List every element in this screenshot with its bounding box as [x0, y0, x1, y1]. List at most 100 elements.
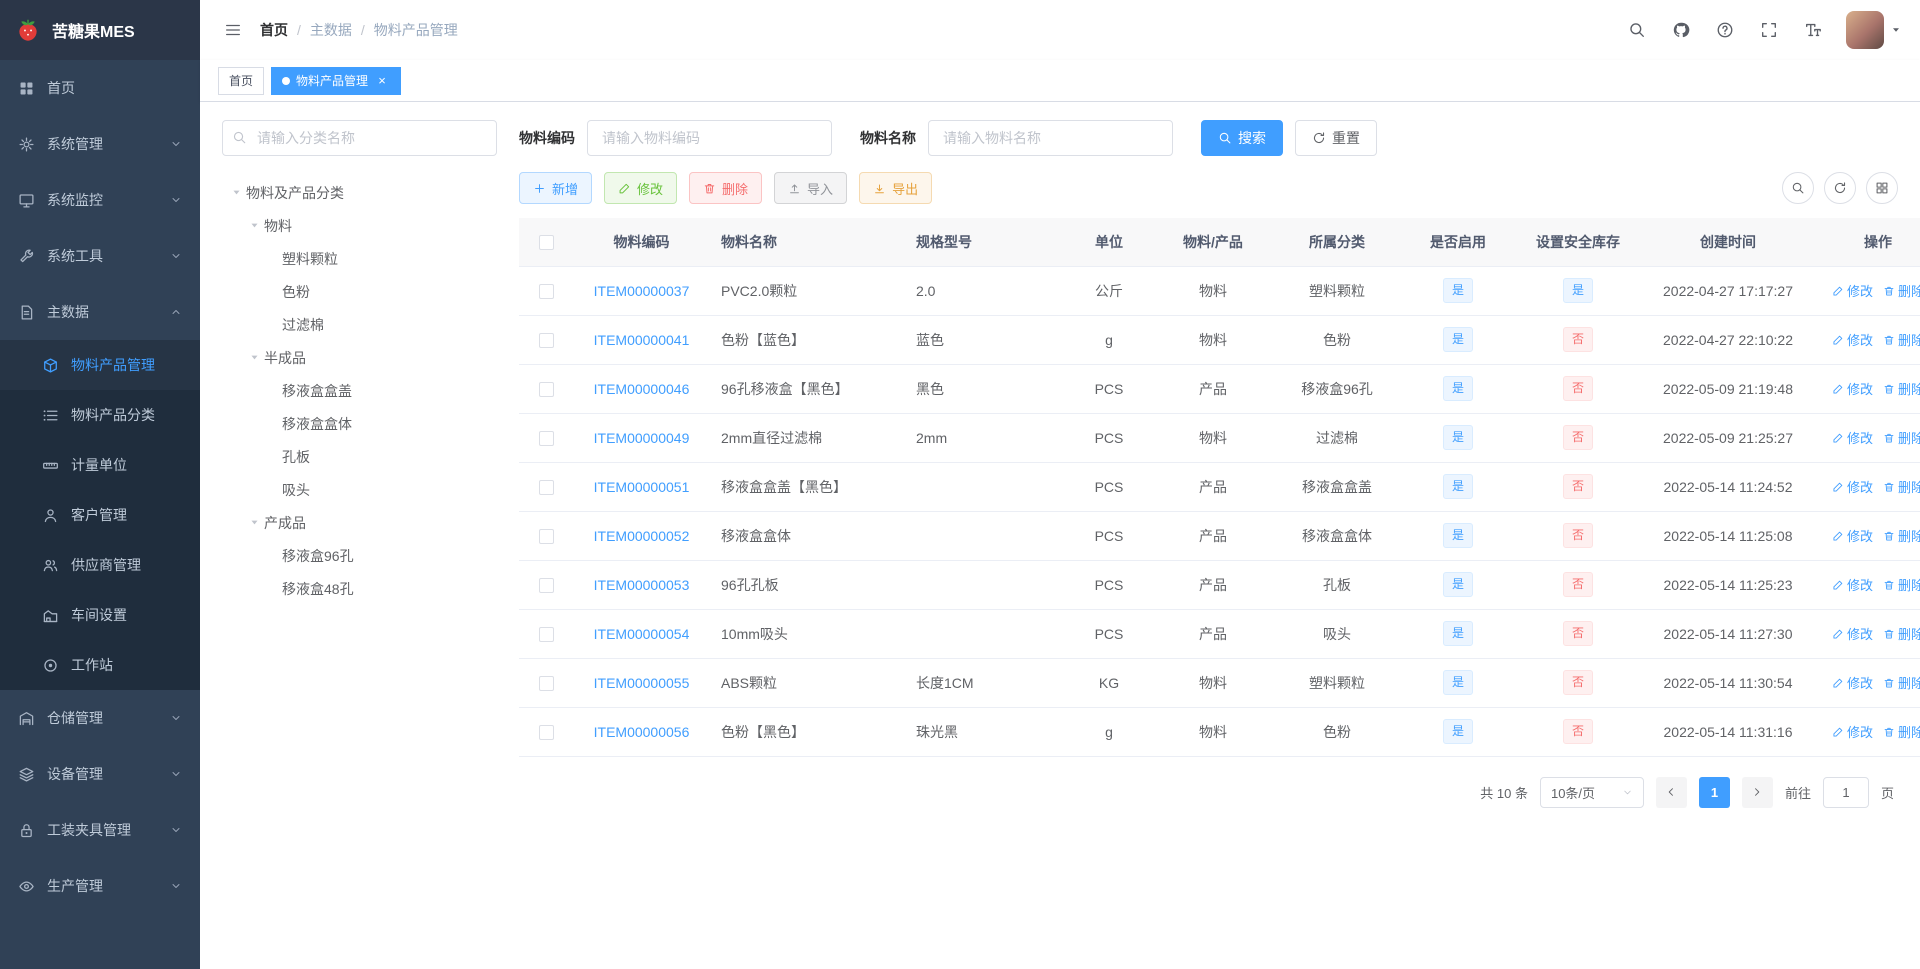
row-checkbox[interactable]	[539, 283, 554, 299]
search-icon[interactable]	[1622, 15, 1652, 45]
sidebar-item-workstation[interactable]: 工作站	[0, 640, 200, 690]
row-edit-button[interactable]: 修改	[1832, 673, 1873, 692]
goto-page-input[interactable]	[1822, 776, 1869, 808]
row-edit-button[interactable]: 修改	[1832, 379, 1873, 398]
material-code-input[interactable]	[587, 120, 832, 156]
row-edit-button[interactable]: 修改	[1832, 281, 1873, 300]
tab-material-product-mgmt[interactable]: 物料产品管理 ×	[271, 66, 402, 95]
sidebar-item-fixture-mgmt[interactable]: 工装夹具管理	[0, 802, 200, 858]
material-code-link[interactable]: ITEM00000056	[594, 724, 690, 740]
row-edit-button[interactable]: 修改	[1832, 330, 1873, 349]
tree-node[interactable]: 产成品	[222, 506, 497, 539]
tree-node[interactable]: 移液盒96孔	[222, 539, 497, 572]
row-delete-button[interactable]: 删除	[1883, 379, 1920, 398]
row-edit-button[interactable]: 修改	[1832, 477, 1873, 496]
sidebar-item-system-tools[interactable]: 系统工具	[0, 228, 200, 284]
next-page-button[interactable]	[1741, 776, 1773, 808]
tab-home[interactable]: 首页	[218, 66, 265, 95]
material-code-link[interactable]: ITEM00000055	[594, 675, 690, 691]
row-edit-button[interactable]: 修改	[1832, 624, 1873, 643]
sidebar-item-workshop-setting[interactable]: 车间设置	[0, 590, 200, 640]
sidebar-item-warehouse-mgmt[interactable]: 仓储管理	[0, 690, 200, 746]
row-delete-button[interactable]: 删除	[1883, 624, 1920, 643]
material-code-link[interactable]: ITEM00000049	[594, 430, 690, 446]
material-code-link[interactable]: ITEM00000051	[594, 479, 690, 495]
category-search-input[interactable]	[222, 120, 497, 156]
row-checkbox[interactable]	[539, 626, 554, 642]
breadcrumb-item[interactable]: 主数据	[310, 20, 352, 40]
tree-node[interactable]: 移液盒盒盖	[222, 374, 497, 407]
row-edit-button[interactable]: 修改	[1832, 575, 1873, 594]
tree-node[interactable]: 孔板	[222, 440, 497, 473]
row-delete-button[interactable]: 删除	[1883, 526, 1920, 545]
user-menu[interactable]	[1846, 11, 1902, 49]
row-checkbox[interactable]	[539, 577, 554, 593]
add-button[interactable]: 新增	[519, 172, 593, 204]
tree-node[interactable]: 过滤棉	[222, 308, 497, 341]
sidebar-item-customer-mgmt[interactable]: 客户管理	[0, 490, 200, 540]
tree-node[interactable]: 半成品	[222, 341, 497, 374]
import-button[interactable]: 导入	[774, 172, 848, 204]
row-delete-button[interactable]: 删除	[1883, 428, 1920, 447]
hamburger-icon[interactable]	[218, 15, 248, 45]
tree-node[interactable]: 塑料颗粒	[222, 242, 497, 275]
toggle-search-button[interactable]	[1782, 172, 1814, 204]
row-delete-button[interactable]: 删除	[1883, 722, 1920, 741]
row-edit-button[interactable]: 修改	[1832, 428, 1873, 447]
search-button[interactable]: 搜索	[1201, 120, 1283, 156]
row-checkbox[interactable]	[539, 528, 554, 544]
material-code-link[interactable]: ITEM00000053	[594, 577, 690, 593]
app-logo[interactable]: 苦糖果MES	[0, 0, 200, 60]
sidebar-item-production-mgmt[interactable]: 生产管理	[0, 858, 200, 914]
material-code-link[interactable]: ITEM00000037	[594, 283, 690, 299]
sidebar-item-system-monitor[interactable]: 系统监控	[0, 172, 200, 228]
row-checkbox[interactable]	[539, 724, 554, 740]
tree-node[interactable]: 吸头	[222, 473, 497, 506]
row-delete-button[interactable]: 删除	[1883, 477, 1920, 496]
material-name-input[interactable]	[928, 120, 1173, 156]
caret-down-icon[interactable]	[244, 517, 264, 528]
tree-node[interactable]: 移液盒48孔	[222, 572, 497, 605]
sidebar-item-supplier-mgmt[interactable]: 供应商管理	[0, 540, 200, 590]
caret-down-icon[interactable]	[226, 187, 246, 198]
row-edit-button[interactable]: 修改	[1832, 526, 1873, 545]
sidebar-item-measure-unit[interactable]: 计量单位	[0, 440, 200, 490]
edit-button[interactable]: 修改	[604, 172, 678, 204]
row-checkbox[interactable]	[539, 675, 554, 691]
sidebar-item-material-product-mgmt[interactable]: 物料产品管理	[0, 340, 200, 390]
row-delete-button[interactable]: 删除	[1883, 330, 1920, 349]
material-code-link[interactable]: ITEM00000054	[594, 626, 690, 642]
columns-button[interactable]	[1866, 172, 1898, 204]
font-size-icon[interactable]	[1798, 15, 1828, 45]
row-checkbox[interactable]	[539, 332, 554, 348]
help-icon[interactable]	[1710, 15, 1740, 45]
sidebar-item-master-data[interactable]: 主数据	[0, 284, 200, 340]
tree-node[interactable]: 物料	[222, 209, 497, 242]
reset-button[interactable]: 重置	[1295, 120, 1377, 156]
fullscreen-icon[interactable]	[1754, 15, 1784, 45]
material-code-link[interactable]: ITEM00000041	[594, 332, 690, 348]
caret-down-icon[interactable]	[244, 352, 264, 363]
sidebar-item-material-product-category[interactable]: 物料产品分类	[0, 390, 200, 440]
row-checkbox[interactable]	[539, 381, 554, 397]
sidebar-item-system-mgmt[interactable]: 系统管理	[0, 116, 200, 172]
page-1-button[interactable]: 1	[1698, 776, 1730, 808]
github-icon[interactable]	[1666, 15, 1696, 45]
refresh-table-button[interactable]	[1824, 172, 1856, 204]
export-button[interactable]: 导出	[859, 172, 933, 204]
sidebar-item-equipment-mgmt[interactable]: 设备管理	[0, 746, 200, 802]
prev-page-button[interactable]	[1655, 776, 1687, 808]
tree-node[interactable]: 移液盒盒体	[222, 407, 497, 440]
tree-node[interactable]: 物料及产品分类	[222, 176, 497, 209]
material-code-link[interactable]: ITEM00000046	[594, 381, 690, 397]
page-size-select[interactable]: 10条/页	[1539, 776, 1644, 808]
close-icon[interactable]: ×	[374, 73, 390, 89]
row-delete-button[interactable]: 删除	[1883, 281, 1920, 300]
row-checkbox[interactable]	[539, 430, 554, 446]
sidebar-item-home[interactable]: 首页	[0, 60, 200, 116]
row-edit-button[interactable]: 修改	[1832, 722, 1873, 741]
material-code-link[interactable]: ITEM00000052	[594, 528, 690, 544]
delete-button[interactable]: 删除	[689, 172, 763, 204]
tree-node[interactable]: 色粉	[222, 275, 497, 308]
caret-down-icon[interactable]	[244, 220, 264, 231]
